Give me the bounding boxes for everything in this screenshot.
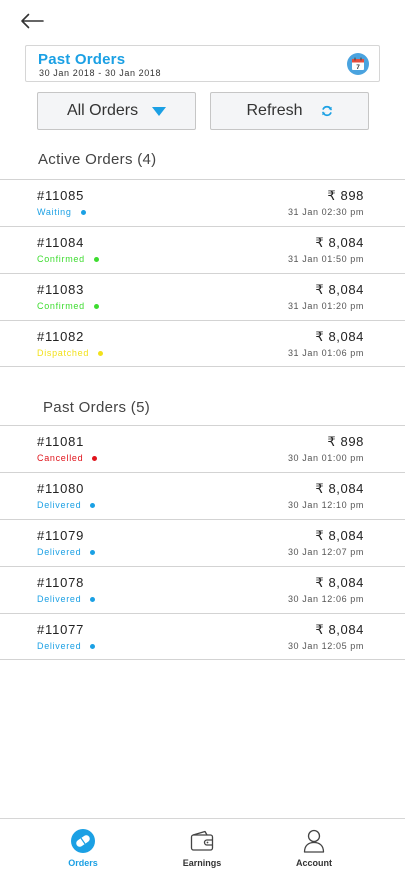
order-id: #11085 [37, 188, 85, 203]
past-orders-heading: Past Orders (5) [43, 399, 151, 416]
order-filter-label: All Orders [66, 102, 139, 119]
order-status: Delivered [37, 641, 82, 651]
order-amount: ₹ 8,084 [315, 622, 364, 637]
order-status: Delivered [37, 547, 82, 557]
date-range-text: 30 Jan 2018 - 30 Jan 2018 [39, 68, 162, 78]
order-status: Dispatched [37, 348, 90, 358]
order-row[interactable]: #11078 Delivered ₹ 8,084 30 Jan 12:06 pm [0, 566, 405, 613]
active-orders-list: #11085 Waiting ₹ 898 31 Jan 02:30 pm #11084 C… [0, 179, 405, 367]
status-dot [94, 257, 99, 262]
wallet-icon [190, 830, 214, 851]
order-time: 30 Jan 12:05 pm [287, 641, 364, 651]
order-status: Confirmed [37, 301, 85, 311]
refresh-button[interactable]: Refresh [210, 92, 369, 130]
order-row[interactable]: #11079 Delivered ₹ 8,084 30 Jan 12:07 pm [0, 519, 405, 566]
back-button[interactable] [20, 8, 50, 34]
orders-icon [71, 829, 95, 853]
order-time: 30 Jan 12:10 pm [287, 500, 364, 510]
order-id: #11081 [37, 434, 85, 449]
order-time: 30 Jan 12:06 pm [287, 594, 364, 604]
order-status: Delivered [37, 500, 82, 510]
order-filter-dropdown[interactable]: All Orders [37, 92, 196, 130]
calendar-day: 7 [356, 64, 360, 71]
order-status: Confirmed [37, 254, 85, 264]
status-dot [90, 503, 95, 508]
order-amount: ₹ 8,084 [315, 528, 364, 543]
status-dot [81, 210, 86, 215]
order-amount: ₹ 8,084 [315, 575, 364, 590]
status-dot [94, 304, 99, 309]
order-row[interactable]: #11080 Delivered ₹ 8,084 30 Jan 12:10 pm [0, 472, 405, 519]
order-time: 31 Jan 01:06 pm [287, 348, 364, 358]
order-status: Cancelled [37, 453, 84, 463]
order-time: 30 Jan 01:00 pm [287, 453, 364, 463]
arrow-left-icon [21, 13, 44, 29]
order-time: 31 Jan 01:20 pm [287, 301, 364, 311]
order-id: #11078 [37, 575, 85, 590]
order-id: #11077 [37, 622, 85, 637]
order-status: Waiting [37, 207, 72, 217]
order-row[interactable]: #11085 Waiting ₹ 898 31 Jan 02:30 pm [0, 179, 405, 226]
order-amount: ₹ 898 [327, 434, 364, 449]
order-row[interactable]: #11084 Confirmed ₹ 8,084 31 Jan 01:50 pm [0, 226, 405, 273]
order-row[interactable]: #11081 Cancelled ₹ 898 30 Jan 01:00 pm [0, 425, 405, 472]
date-range-selector[interactable]: Past Orders 30 Jan 2018 - 30 Jan 2018 7 [25, 45, 380, 82]
status-dot [90, 644, 95, 649]
order-row[interactable]: #11077 Delivered ₹ 8,084 30 Jan 12:05 pm [0, 613, 405, 660]
bottom-nav: Orders Earnings Account [0, 818, 405, 873]
order-id: #11082 [37, 329, 85, 344]
status-dot [98, 351, 103, 356]
order-amount: ₹ 8,084 [315, 329, 364, 344]
status-dot [92, 456, 97, 461]
nav-account[interactable]: Account [264, 819, 364, 873]
dropdown-triangle-icon [152, 106, 167, 116]
refresh-label: Refresh [246, 102, 303, 119]
status-dot [90, 597, 95, 602]
status-dot [90, 550, 95, 555]
user-icon [303, 829, 325, 853]
order-time: 31 Jan 01:50 pm [287, 254, 364, 264]
nav-earnings[interactable]: Earnings [152, 819, 252, 873]
past-orders-list: #11081 Cancelled ₹ 898 30 Jan 01:00 pm #1108… [0, 425, 405, 660]
order-time: 30 Jan 12:07 pm [287, 547, 364, 557]
order-amount: ₹ 898 [327, 188, 364, 203]
nav-earnings-label: Earnings [182, 858, 222, 868]
order-id: #11084 [37, 235, 85, 250]
active-orders-heading: Active Orders (4) [38, 151, 157, 168]
nav-orders-label: Orders [68, 858, 98, 868]
order-amount: ₹ 8,084 [315, 282, 364, 297]
refresh-icon [321, 105, 332, 117]
date-card-title: Past Orders [38, 51, 126, 68]
nav-account-label: Account [296, 858, 332, 868]
nav-orders[interactable]: Orders [33, 819, 133, 873]
calendar-icon[interactable]: 7 [347, 53, 369, 75]
order-amount: ₹ 8,084 [315, 481, 364, 496]
order-row[interactable]: #11082 Dispatched ₹ 8,084 31 Jan 01:06 pm [0, 320, 405, 367]
order-time: 31 Jan 02:30 pm [287, 207, 364, 217]
order-id: #11079 [37, 528, 85, 543]
order-row[interactable]: #11083 Confirmed ₹ 8,084 31 Jan 01:20 pm [0, 273, 405, 320]
order-amount: ₹ 8,084 [315, 235, 364, 250]
order-status: Delivered [37, 594, 82, 604]
order-id: #11083 [37, 282, 85, 297]
order-id: #11080 [37, 481, 85, 496]
